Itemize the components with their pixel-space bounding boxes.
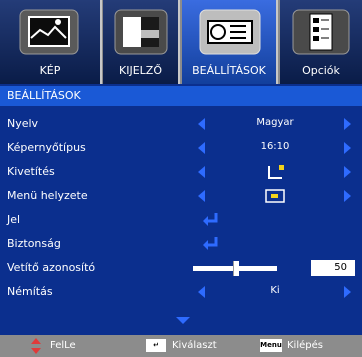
section-title: BEÁLLÍTÁSOK (0, 86, 362, 106)
arrow-right-icon[interactable] (344, 142, 351, 154)
arrow-right-icon[interactable] (344, 118, 351, 130)
arrow-left-icon[interactable] (198, 190, 205, 202)
tab-opciok[interactable]: Opciók (280, 0, 362, 84)
tab-kep[interactable]: KÉP (0, 0, 102, 84)
projector-id-value: 50 (311, 260, 355, 276)
tab-bar: KÉP KIJELZŐ BEÁLLÍTÁSOK Opciók (0, 0, 362, 84)
row-mute-label: Némítás (7, 285, 53, 298)
tab-beallitasok[interactable]: BEÁLLÍTÁSOK (182, 0, 278, 84)
menu-key-icon: Menu (260, 339, 282, 352)
menu-position-icon (265, 189, 285, 203)
projection-mode-icon (268, 165, 284, 179)
row-screen-type-label: Képernyőtípus (7, 141, 86, 154)
tab-beallitasok-label: BEÁLLÍTÁSOK (192, 64, 266, 77)
row-screen-type[interactable]: Képernyőtípus 16:10 (0, 136, 362, 160)
footer-select-label: Kiválaszt (172, 340, 217, 351)
row-menu-position[interactable]: Menü helyzete (0, 184, 362, 208)
arrow-right-icon[interactable] (344, 190, 351, 202)
osd-menu: KÉP KIJELZŐ BEÁLLÍTÁSOK Opciók BEÁLLÍTÁS… (0, 0, 362, 357)
row-language[interactable]: Nyelv Magyar (0, 112, 362, 136)
arrow-right-icon[interactable] (344, 286, 351, 298)
enter-icon[interactable] (202, 212, 220, 228)
options-icon (292, 9, 350, 55)
tab-kijelzo-label: KIJELZŐ (119, 64, 162, 77)
row-signal[interactable]: Jel (0, 208, 362, 232)
arrow-right-icon[interactable] (344, 166, 351, 178)
row-mute-value: Ki (270, 285, 280, 296)
picture-icon (19, 9, 79, 55)
row-projection-label: Kivetítés (7, 165, 55, 178)
up-down-icon (31, 338, 41, 354)
row-language-label: Nyelv (7, 117, 39, 130)
arrow-left-icon[interactable] (198, 166, 205, 178)
arrow-left-icon[interactable] (198, 142, 205, 154)
row-projector-id[interactable]: Vetítő azonosító 50 (0, 256, 362, 280)
row-mute[interactable]: Némítás Ki (0, 280, 362, 304)
tab-kep-label: KÉP (39, 64, 61, 77)
footer-help-bar: FelLe ↵ Kiválaszt Menu Kilépés (0, 335, 362, 357)
row-security[interactable]: Biztonság (0, 232, 362, 256)
row-menu-position-label: Menü helyzete (7, 189, 88, 202)
row-projector-id-label: Vetítő azonosító (7, 261, 96, 274)
footer-move-label: FelLe (50, 340, 76, 351)
scroll-down-icon[interactable] (176, 317, 190, 324)
row-signal-label: Jel (7, 213, 21, 226)
row-projection[interactable]: Kivetítés (0, 160, 362, 184)
arrow-left-icon[interactable] (198, 286, 205, 298)
enter-key-icon: ↵ (146, 339, 166, 352)
footer-exit-label: Kilépés (287, 340, 323, 351)
arrow-left-icon[interactable] (198, 118, 205, 130)
projector-id-slider-handle[interactable] (233, 261, 239, 276)
row-security-label: Biztonság (7, 237, 61, 250)
tab-opciok-label: Opciók (302, 64, 340, 77)
row-language-value: Magyar (256, 117, 294, 128)
enter-icon[interactable] (202, 236, 220, 252)
tab-kijelzo[interactable]: KIJELZŐ (103, 0, 180, 84)
row-screen-type-value: 16:10 (260, 141, 290, 152)
projector-icon (199, 9, 261, 55)
display-icon (114, 9, 168, 55)
